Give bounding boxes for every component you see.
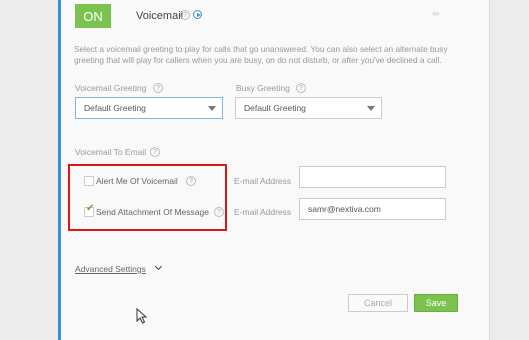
highlight-box	[68, 164, 227, 231]
attachment-email-input[interactable]: samr@nextiva.com	[299, 198, 446, 220]
alert-email-input[interactable]	[299, 166, 446, 188]
busy-greeting-label: Busy Greeting	[236, 83, 290, 93]
busy-greeting-select[interactable]: Default Greeting	[235, 97, 382, 119]
help-icon[interactable]: ?	[296, 83, 306, 93]
voicemail-description: Select a voicemail greeting to play for …	[74, 44, 448, 65]
voicemail-greeting-label: Voicemail Greeting	[75, 83, 147, 93]
chevron-down-icon	[367, 106, 375, 111]
voicemail-to-email-heading: Voicemail To Email	[75, 147, 147, 157]
mouse-cursor-icon	[136, 308, 148, 324]
chevron-down-icon	[208, 106, 216, 111]
busy-greeting-value: Default Greeting	[244, 103, 306, 113]
help-icon[interactable]: ?	[180, 10, 190, 20]
alert-email-label: E-mail Address	[234, 176, 292, 186]
cancel-button[interactable]: Cancel	[348, 294, 408, 312]
attachment-email-label: E-mail Address	[234, 207, 292, 217]
advanced-settings-link[interactable]: Advanced Settings	[75, 264, 146, 274]
voicemail-toggle[interactable]: ON	[75, 4, 111, 28]
voicemail-greeting-select[interactable]: Default Greeting	[75, 97, 223, 119]
help-icon[interactable]: ?	[153, 83, 163, 93]
help-icon[interactable]: ?	[150, 147, 160, 157]
voicemail-greeting-value: Default Greeting	[84, 103, 146, 113]
panel-accent-bar	[58, 0, 61, 340]
section-title: Voicemail	[136, 10, 184, 22]
save-button[interactable]: Save	[414, 294, 458, 312]
play-icon[interactable]	[193, 10, 202, 19]
